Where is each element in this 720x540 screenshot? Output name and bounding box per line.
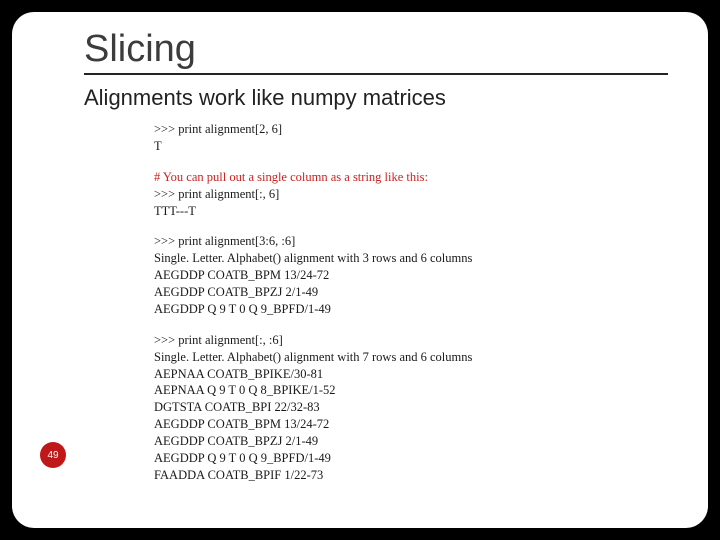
code-line: AEGDDP Q 9 T 0 Q 9_BPFD/1-49 xyxy=(154,450,668,467)
code-line: AEGDDP COATB_BPM 13/24-72 xyxy=(154,416,668,433)
code-line: DGTSTA COATB_BPI 22/32-83 xyxy=(154,399,668,416)
title-rule xyxy=(84,73,668,75)
code-line: >>> print alignment[2, 6] xyxy=(154,121,668,138)
slide-subtitle: Alignments work like numpy matrices xyxy=(84,85,668,111)
code-comment: # You can pull out a single column as a … xyxy=(154,169,668,186)
code-block-1: >>> print alignment[2, 6] T xyxy=(154,121,668,155)
code-line: >>> print alignment[:, :6] xyxy=(154,332,668,349)
code-line: AEGDDP COATB_BPZJ 2/1-49 xyxy=(154,284,668,301)
slide-title: Slicing xyxy=(84,28,668,71)
code-block-2: # You can pull out a single column as a … xyxy=(154,169,668,220)
code-line: AEPNAA COATB_BPIKE/30-81 xyxy=(154,366,668,383)
code-block-4: >>> print alignment[:, :6] Single. Lette… xyxy=(154,332,668,484)
page-number-badge: 49 xyxy=(40,442,66,468)
code-line: AEGDDP Q 9 T 0 Q 9_BPFD/1-49 xyxy=(154,301,668,318)
code-line: T xyxy=(154,138,668,155)
slide: Slicing Alignments work like numpy matri… xyxy=(12,12,708,528)
code-block-3: >>> print alignment[3:6, :6] Single. Let… xyxy=(154,233,668,317)
code-line: TTT---T xyxy=(154,203,668,220)
code-line: Single. Letter. Alphabet() alignment wit… xyxy=(154,349,668,366)
code-area: >>> print alignment[2, 6] T # You can pu… xyxy=(154,121,668,484)
code-line: AEGDDP COATB_BPZJ 2/1-49 xyxy=(154,433,668,450)
code-line: AEPNAA Q 9 T 0 Q 8_BPIKE/1-52 xyxy=(154,382,668,399)
code-line: Single. Letter. Alphabet() alignment wit… xyxy=(154,250,668,267)
code-line: FAADDA COATB_BPIF 1/22-73 xyxy=(154,467,668,484)
code-line: AEGDDP COATB_BPM 13/24-72 xyxy=(154,267,668,284)
code-line: >>> print alignment[3:6, :6] xyxy=(154,233,668,250)
code-line: >>> print alignment[:, 6] xyxy=(154,186,668,203)
